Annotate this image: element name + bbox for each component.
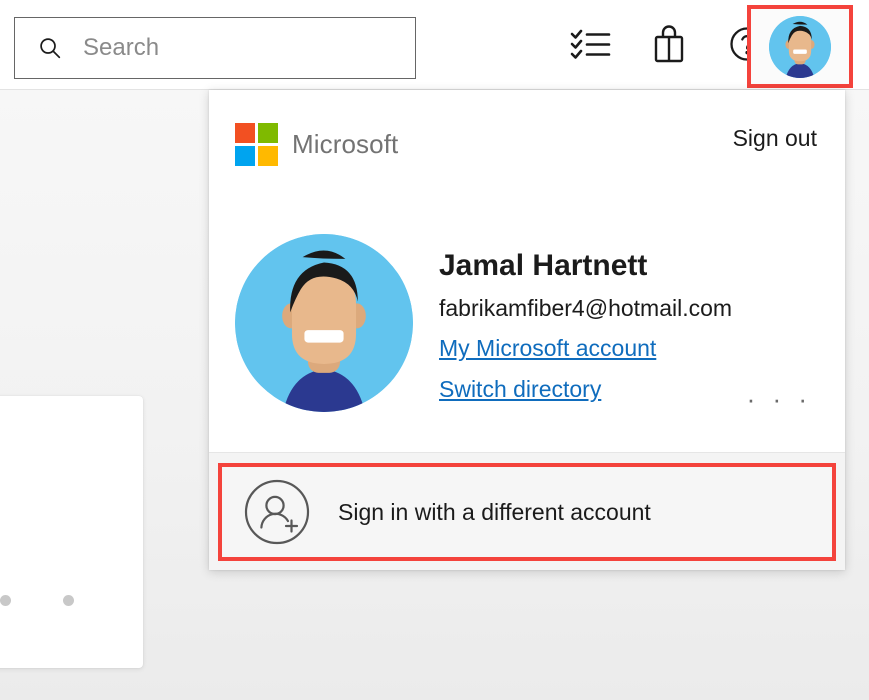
- checklist-icon-button[interactable]: [563, 17, 619, 73]
- account-dropdown-panel: Microsoft Sign out: [209, 90, 845, 570]
- profile-section: Jamal Hartnett fabrikamfiber4@hotmail.co…: [235, 234, 825, 412]
- search-input[interactable]: [83, 34, 415, 62]
- app-root: Microsoft Sign out: [0, 0, 869, 700]
- marketplace-bag-icon: [652, 24, 686, 67]
- search-icon: [37, 35, 63, 61]
- avatar: [769, 16, 831, 78]
- profile-email: fabrikamfiber4@hotmail.com: [439, 295, 732, 323]
- profile-display-name: Jamal Hartnett: [439, 248, 732, 285]
- switch-directory-link[interactable]: Switch directory: [439, 376, 601, 404]
- dropdown-footer: Sign in with a different account: [209, 452, 845, 570]
- add-person-icon: [243, 478, 311, 546]
- content-card: [0, 396, 143, 668]
- sign-out-button[interactable]: Sign out: [733, 125, 817, 152]
- pagination-dot[interactable]: [63, 595, 74, 606]
- dropdown-body: Microsoft Sign out: [209, 90, 845, 452]
- microsoft-wordmark: Microsoft: [292, 129, 398, 160]
- my-microsoft-account-link[interactable]: My Microsoft account: [439, 335, 656, 363]
- search-box[interactable]: [14, 17, 416, 79]
- sign-in-different-account-button[interactable]: Sign in with a different account: [218, 463, 836, 561]
- top-header-bar: [0, 0, 869, 90]
- account-avatar-button[interactable]: [747, 5, 853, 88]
- checklist-icon: [570, 27, 612, 64]
- pagination-dot[interactable]: [0, 595, 11, 606]
- marketplace-bag-icon-button[interactable]: [641, 17, 697, 73]
- sign-in-different-account-label: Sign in with a different account: [338, 499, 651, 526]
- profile-details: Jamal Hartnett fabrikamfiber4@hotmail.co…: [439, 234, 732, 403]
- profile-avatar: [235, 234, 413, 412]
- microsoft-logo-icon: [235, 123, 278, 166]
- more-options-icon[interactable]: · · ·: [747, 386, 812, 412]
- microsoft-brand: Microsoft: [235, 123, 398, 166]
